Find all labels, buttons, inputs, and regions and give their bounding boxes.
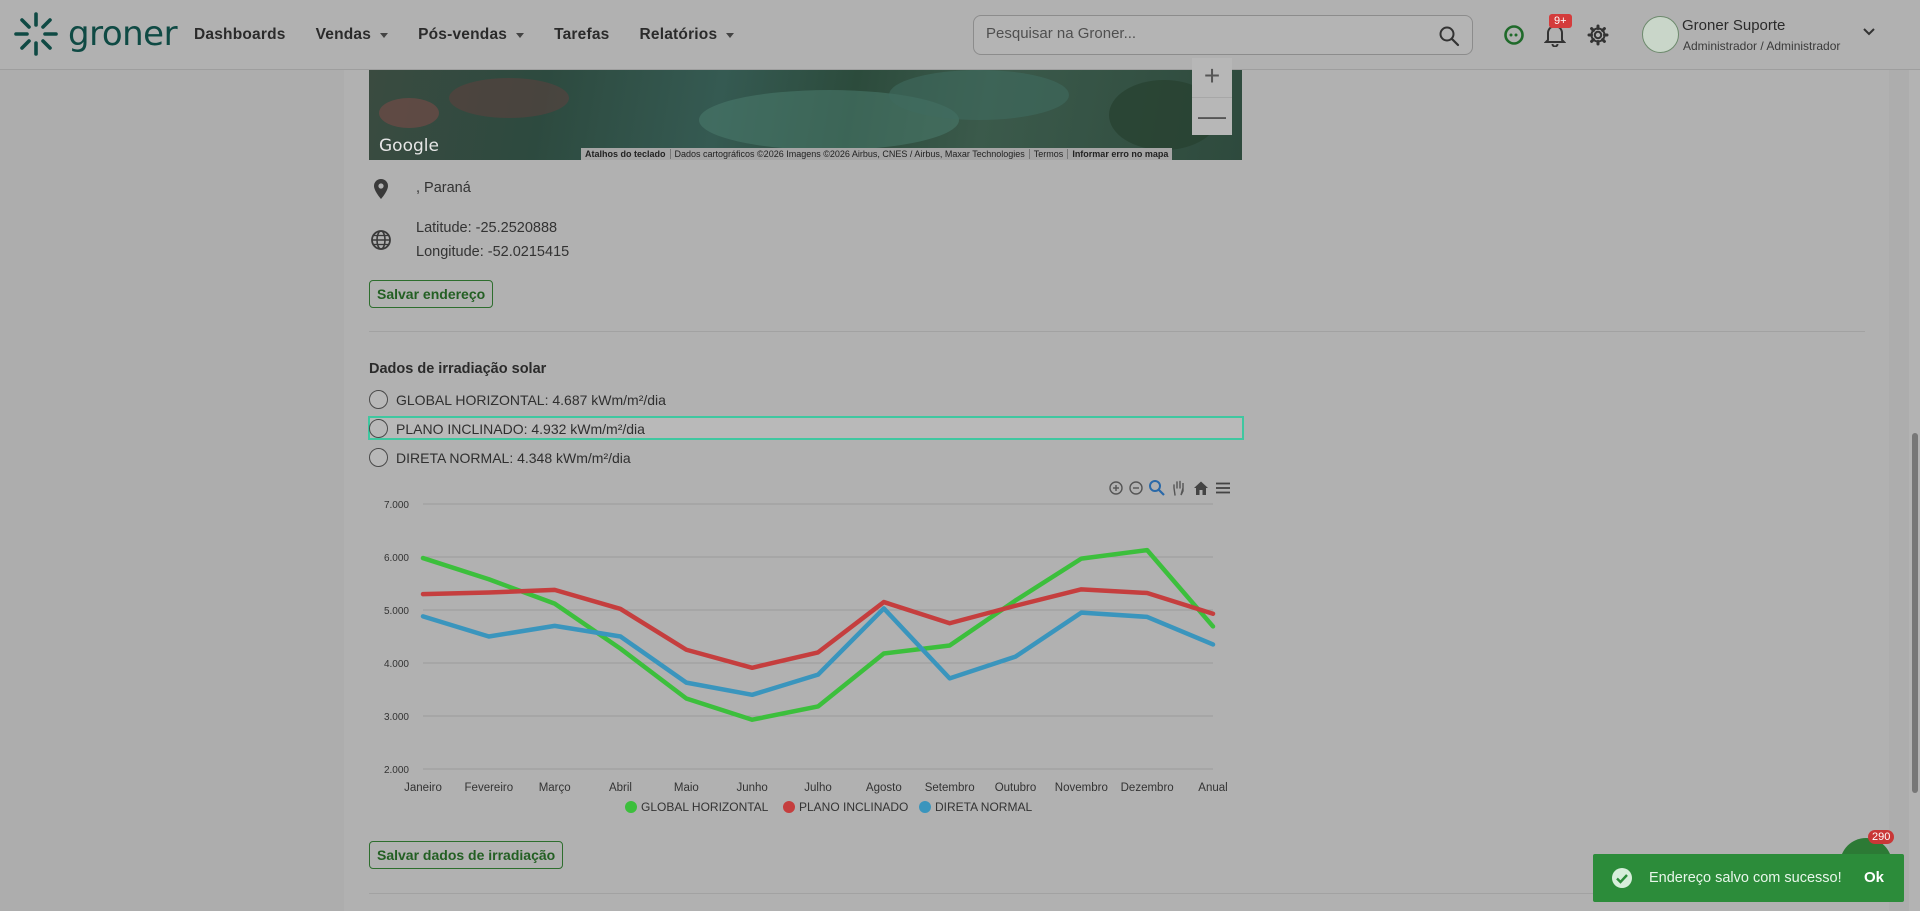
nav-dashboards[interactable]: Dashboards [194, 26, 286, 44]
zoom-out-button[interactable]: — [1192, 97, 1232, 135]
google-logo: Google [379, 136, 439, 156]
save-irradiation-button[interactable]: Salvar dados de irradiação [369, 841, 564, 869]
radio-button[interactable] [369, 419, 388, 438]
nav-label: Relatórios [639, 26, 718, 43]
x-tick-label: Julho [804, 782, 832, 794]
x-tick-label: Novembro [1055, 782, 1108, 794]
search-input[interactable] [986, 25, 1426, 42]
check-circle-icon [1612, 868, 1632, 888]
nav-label: Dashboards [194, 26, 286, 43]
user-role: Administrador / Administrador [1683, 39, 1841, 53]
nav-label: Tarefas [554, 26, 610, 43]
search-icon[interactable] [1438, 25, 1460, 47]
radio-label: PLANO INCLINADO: 4.932 kWm/m²/dia [396, 420, 645, 437]
attribution-shortcuts[interactable]: Atalhos do teclado [581, 149, 670, 159]
avatar[interactable] [1642, 16, 1679, 53]
sunburst-icon [14, 12, 58, 56]
x-tick-label: Janeiro [404, 782, 442, 794]
global-search [973, 15, 1473, 55]
y-tick-label: 6.000 [384, 553, 409, 564]
legend-label: GLOBAL HORIZONTAL [641, 800, 769, 814]
section-divider [369, 331, 1865, 332]
location-pin-icon [374, 179, 388, 199]
scrollbar-thumb[interactable] [1912, 433, 1918, 793]
x-tick-label: Março [539, 782, 571, 794]
series-line [420, 547, 1216, 722]
irradiation-title: Dados de irradiação solar [369, 361, 547, 377]
legend-label: DIRETA NORMAL [935, 800, 1032, 814]
radio-global-horizontal[interactable]: GLOBAL HORIZONTAL: 4.687 kWm/m²/dia [369, 390, 666, 409]
groner-logo[interactable]: groner [12, 10, 178, 58]
y-tick-label: 2.000 [384, 765, 409, 776]
notification-badge: 9+ [1549, 14, 1572, 28]
legend-marker [783, 801, 795, 813]
nav-relatorios[interactable]: Relatórios [640, 26, 735, 44]
x-tick-label: Junho [736, 782, 767, 794]
nav-vendas[interactable]: Vendas [315, 26, 389, 44]
latitude-text: Latitude: -25.2520888 [416, 220, 558, 236]
x-tick-label: Fevereiro [465, 782, 514, 794]
radio-plano-inclinado[interactable]: PLANO INCLINADO: 4.932 kWm/m²/dia [369, 419, 645, 438]
caret-down-icon [726, 32, 735, 38]
gear-icon[interactable] [1587, 24, 1609, 46]
legend-marker [625, 801, 637, 813]
nav-tarefas[interactable]: Tarefas [554, 26, 609, 44]
chat-badge: 290 [1868, 830, 1895, 844]
radio-button[interactable] [369, 390, 388, 409]
save-address-button[interactable]: Salvar endereço [369, 280, 494, 308]
satellite-map[interactable] [369, 70, 1242, 160]
chat-bubble-icon[interactable] [1503, 24, 1525, 46]
map-attribution: Atalhos do teclado Dados cartográficos ©… [581, 148, 1173, 160]
nav-label: Vendas [315, 26, 372, 43]
x-tick-label: Anual [1198, 782, 1227, 794]
y-tick-label: 4.000 [384, 659, 409, 670]
brand-name: groner [68, 14, 178, 54]
main-nav: Dashboards Vendas Pós-vendas Tarefas Rel… [194, 0, 735, 70]
nav-label: Pós-vendas [418, 26, 508, 43]
longitude-text: Longitude: -52.0215415 [416, 244, 570, 260]
x-tick-label: Abril [609, 782, 632, 794]
address-text: , Paraná [416, 180, 471, 196]
x-tick-label: Maio [674, 782, 699, 794]
zoom-in-button[interactable]: + [1192, 58, 1232, 96]
radio-label: DIRETA NORMAL: 4.348 kWm/m²/dia [396, 449, 631, 466]
x-tick-label: Agosto [866, 782, 902, 794]
radio-button[interactable] [369, 448, 388, 467]
y-tick-label: 3.000 [384, 712, 409, 723]
y-tick-label: 5.000 [384, 606, 409, 617]
legend-marker [919, 801, 931, 813]
top-navbar: groner Dashboards Vendas Pós-vendas Tare… [0, 0, 1920, 70]
legend-label: PLANO INCLINADO [799, 800, 908, 814]
success-toast: Endereço salvo com sucesso! Ok [1593, 854, 1904, 902]
caret-down-icon [516, 32, 525, 38]
user-name[interactable]: Groner Suporte [1682, 17, 1785, 34]
map-zoom-controls: + — [1192, 58, 1232, 135]
attribution-data: Dados cartográficos ©2026 Imagens ©2026 … [669, 149, 1029, 159]
caret-down-icon [380, 32, 389, 38]
radio-label: GLOBAL HORIZONTAL: 4.687 kWm/m²/dia [396, 391, 666, 408]
x-tick-label: Outubro [995, 782, 1037, 794]
attribution-terms[interactable]: Termos [1028, 149, 1068, 159]
radio-direta-normal[interactable]: DIRETA NORMAL: 4.348 kWm/m²/dia [369, 448, 631, 467]
nav-pos-vendas[interactable]: Pós-vendas [418, 26, 525, 44]
globe-icon [371, 230, 391, 250]
chevron-down-icon[interactable] [1862, 27, 1876, 37]
toast-ok-button[interactable]: Ok [1864, 869, 1884, 886]
x-tick-label: Dezembro [1121, 782, 1174, 794]
irradiation-line-chart: 7.000 6.000 5.000 4.000 3.000 2.000 Janeiro Fev… [384, 500, 1228, 814]
toast-message: Endereço salvo com sucesso! [1649, 870, 1842, 886]
y-tick-label: 7.000 [384, 500, 409, 511]
x-tick-label: Setembro [925, 782, 975, 794]
attribution-report[interactable]: Informar erro no mapa [1067, 149, 1172, 159]
